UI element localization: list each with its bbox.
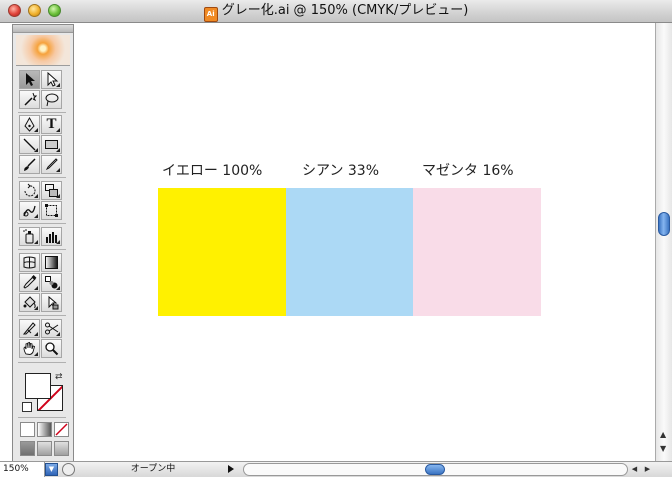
more-tools-indicator: [34, 194, 38, 198]
swap-fill-stroke-icon[interactable]: ⇄: [55, 372, 63, 382]
color-mode-button[interactable]: [20, 422, 35, 437]
palette-divider: [18, 177, 66, 178]
rectangle-tool[interactable]: [41, 135, 62, 154]
swatch-label-magenta: マゼンタ 16%: [422, 163, 514, 179]
more-tools-indicator: [34, 128, 38, 132]
zoom-menu-button[interactable]: ▼: [45, 463, 58, 476]
selection-tool[interactable]: [19, 70, 40, 89]
lasso-icon: [45, 93, 59, 107]
symbol-sprayer-tool[interactable]: [19, 227, 40, 246]
type-tool[interactable]: T: [41, 115, 62, 134]
default-fill-stroke-icon[interactable]: [22, 402, 32, 412]
type-t-icon: T: [46, 116, 57, 132]
line-tool[interactable]: [19, 135, 40, 154]
palette-drag-bar[interactable]: [13, 25, 73, 33]
scroll-right-arrow-icon[interactable]: ▶: [641, 463, 654, 476]
more-tools-indicator: [56, 240, 60, 244]
palette-divider: [18, 223, 66, 224]
status-menu-arrow-icon[interactable]: [228, 465, 234, 473]
vertical-scroll-thumb[interactable]: [658, 212, 670, 236]
more-tools-indicator: [56, 128, 60, 132]
more-tools-indicator: [34, 306, 38, 310]
mesh-icon: [23, 256, 36, 269]
window-title: グレー化.ai @ 150% (CMYK/プレビュー): [221, 3, 469, 18]
palette-divider: [18, 249, 66, 250]
title-bar: Ai グレー化.ai @ 150% (CMYK/プレビュー): [0, 0, 672, 23]
horizontal-scroll-thumb[interactable]: [425, 464, 445, 475]
pencil-tool[interactable]: [41, 155, 62, 174]
more-tools-indicator: [34, 148, 38, 152]
vertical-scrollbar[interactable]: ▲ ▼: [655, 23, 672, 461]
more-tools-indicator: [34, 286, 38, 290]
free-transform-tool[interactable]: [41, 201, 62, 220]
more-tools-indicator: [56, 148, 60, 152]
none-slash-icon: [55, 423, 68, 436]
lasso-tool[interactable]: [41, 90, 62, 109]
rotate-tool[interactable]: [19, 181, 40, 200]
slice-tool[interactable]: [19, 319, 40, 338]
scroll-left-arrow-icon[interactable]: ◀: [628, 463, 641, 476]
mesh-tool[interactable]: [19, 253, 40, 272]
blend-tool[interactable]: [41, 273, 62, 292]
yellow-swatch[interactable]: [158, 188, 286, 316]
fill-color-box[interactable]: [25, 373, 51, 399]
hand-tool[interactable]: [19, 339, 40, 358]
live-paint-bucket-tool[interactable]: [19, 293, 40, 312]
palette-divider: [18, 315, 66, 316]
gradient-tool[interactable]: [41, 253, 62, 272]
full-screen-menu-mode-button[interactable]: [37, 441, 52, 456]
scissors-tool[interactable]: [41, 319, 62, 338]
magic-wand-icon: [24, 92, 37, 106]
swatch-label-yellow: イエロー 100%: [162, 163, 263, 179]
paintbrush-icon: [24, 158, 36, 171]
magnifier-icon: [45, 342, 59, 356]
pen-tool[interactable]: [19, 115, 40, 134]
magenta-swatch[interactable]: [413, 188, 541, 316]
zoom-level-field[interactable]: 150%: [0, 462, 45, 477]
standard-screen-mode-button[interactable]: [20, 441, 35, 456]
cyan-swatch[interactable]: [286, 188, 413, 316]
none-mode-button[interactable]: [54, 422, 69, 437]
window-title-area: Ai グレー化.ai @ 150% (CMYK/プレビュー): [0, 3, 672, 22]
palette-divider: [18, 362, 66, 363]
document-canvas[interactable]: イエロー 100% シアン 33% マゼンタ 16%: [0, 23, 655, 461]
gradient-mode-button[interactable]: [37, 422, 52, 437]
palette-divider: [18, 112, 66, 113]
more-tools-indicator: [56, 332, 60, 336]
free-transform-icon: [45, 204, 58, 217]
version-cue-icon[interactable]: [62, 463, 75, 476]
more-tools-indicator: [56, 83, 60, 87]
paintbrush-tool[interactable]: [19, 155, 40, 174]
illustrator-file-icon: Ai: [203, 7, 218, 22]
scale-tool[interactable]: [41, 181, 62, 200]
live-paint-selection-tool[interactable]: [41, 293, 62, 312]
selection-arrow-icon: [26, 73, 35, 86]
more-tools-indicator: [34, 332, 38, 336]
more-tools-indicator: [34, 240, 38, 244]
more-tools-indicator: [34, 352, 38, 356]
illustrator-logo-flower[interactable]: [16, 35, 70, 66]
swatch-label-cyan: シアン 33%: [302, 163, 380, 179]
more-tools-indicator: [56, 194, 60, 198]
graph-tool[interactable]: [41, 227, 62, 246]
gradient-icon: [45, 256, 58, 269]
full-screen-mode-button[interactable]: [54, 441, 69, 456]
zoom-tool[interactable]: [41, 339, 62, 358]
warp-tool[interactable]: [19, 201, 40, 220]
eyedropper-tool[interactable]: [19, 273, 40, 292]
status-bar: 150% ▼ オープン中 ◀ ▶: [0, 461, 672, 477]
status-text: オープン中: [130, 464, 176, 474]
more-tools-indicator: [56, 286, 60, 290]
scroll-down-arrow-icon[interactable]: ▼: [660, 444, 666, 453]
fill-stroke-control: ⇄: [22, 371, 70, 415]
magic-wand-tool[interactable]: [19, 90, 40, 109]
scroll-up-arrow-icon[interactable]: ▲: [660, 430, 666, 439]
palette-divider: [18, 417, 66, 418]
tools-palette: T ⇄: [12, 24, 74, 462]
more-tools-indicator: [34, 214, 38, 218]
direct-selection-tool[interactable]: [41, 70, 62, 89]
more-tools-indicator: [56, 168, 60, 172]
live-paint-selection-icon: [48, 295, 59, 310]
